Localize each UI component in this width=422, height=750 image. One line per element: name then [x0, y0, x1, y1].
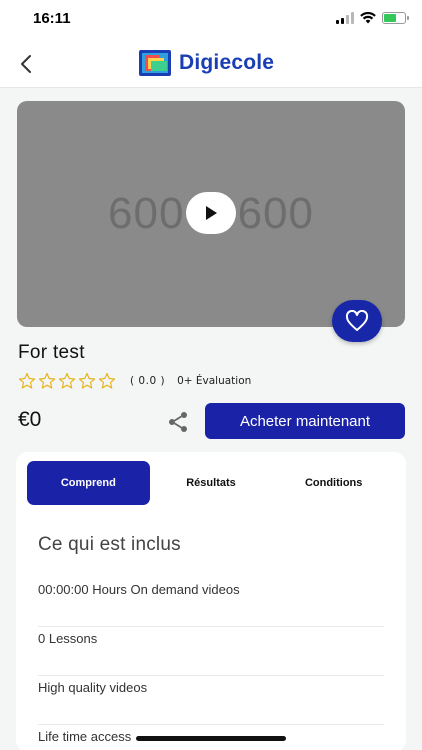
star-icon [58, 372, 76, 389]
chevron-left-icon [21, 55, 31, 73]
brand-name: Digiecole [179, 51, 275, 74]
video-player[interactable]: 600 × 600 [17, 101, 405, 327]
status-bar: 16:11 [0, 0, 422, 40]
status-time: 16:11 [33, 10, 71, 27]
back-button[interactable] [12, 50, 40, 78]
list-item: 00:00:00 Hours On demand videos [38, 578, 384, 627]
battery-charging-icon [382, 12, 409, 24]
star-icon [78, 372, 96, 389]
course-details-card: Comprend Résultats Conditions Ce qui est… [16, 452, 406, 750]
share-button[interactable] [166, 410, 190, 434]
list-item: 0 Lessons [38, 627, 384, 676]
brand: Digiecole [139, 50, 274, 76]
star-rating [18, 372, 116, 390]
brand-logo-icon [139, 50, 171, 76]
includes-heading: Ce qui est inclus [38, 534, 181, 555]
status-icons [336, 12, 409, 24]
tab-conditions[interactable]: Conditions [272, 461, 395, 505]
play-icon [206, 206, 217, 220]
signal-icon [336, 12, 354, 24]
tab-comprend[interactable]: Comprend [27, 461, 150, 505]
rating-row: ( 0.0 ) 0+ Évaluation [18, 372, 251, 390]
share-icon [169, 412, 187, 432]
app-header: Digiecole [0, 40, 422, 88]
heart-icon [345, 310, 369, 331]
course-title: For test [18, 342, 85, 363]
play-button[interactable] [186, 192, 236, 234]
rating-count: 0+ Évaluation [177, 375, 252, 387]
home-indicator[interactable] [136, 736, 286, 741]
tab-resultats[interactable]: Résultats [150, 461, 273, 505]
star-icon [18, 372, 36, 389]
wifi-icon [360, 12, 376, 24]
star-icon [38, 372, 56, 389]
favorite-button[interactable] [332, 300, 382, 342]
star-icon [98, 372, 116, 389]
details-tabs: Comprend Résultats Conditions [27, 461, 395, 505]
includes-list: 00:00:00 Hours On demand videos 0 Lesson… [38, 578, 384, 750]
course-price: €0 [18, 408, 42, 431]
buy-now-button[interactable]: Acheter maintenant [205, 403, 405, 439]
rating-score: ( 0.0 ) [130, 375, 166, 387]
list-item: High quality videos [38, 676, 384, 725]
